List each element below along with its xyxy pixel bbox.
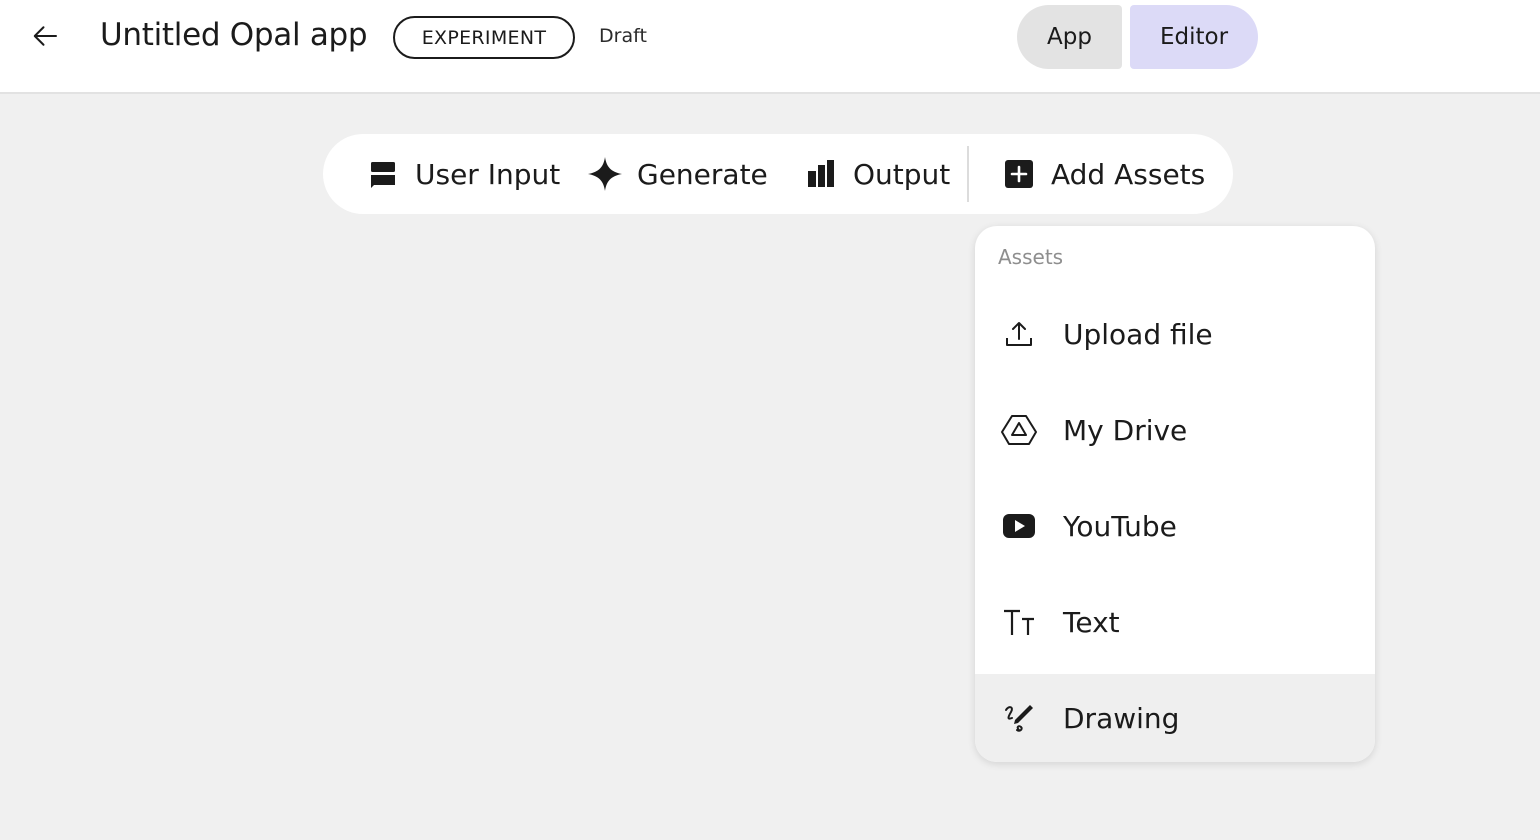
node-toolbar: User Input Generate Output Add Assets [323, 134, 1233, 214]
generate-button[interactable]: Generate [585, 134, 768, 214]
text-label: Text [1063, 605, 1120, 639]
add-box-icon [999, 154, 1039, 194]
youtube-icon [999, 506, 1039, 546]
back-button[interactable] [26, 16, 66, 56]
menu-item-text[interactable]: Text [975, 578, 1375, 666]
user-input-button[interactable]: User Input [363, 134, 560, 214]
top-bar: Untitled Opal app EXPERIMENT Draft App E… [0, 0, 1540, 94]
youtube-label: YouTube [1063, 509, 1177, 543]
menu-item-upload-file[interactable]: Upload file [975, 290, 1375, 378]
toolbar-divider [967, 146, 969, 202]
output-label: Output [853, 157, 951, 191]
user-input-icon [363, 154, 403, 194]
menu-item-youtube[interactable]: YouTube [975, 482, 1375, 570]
draft-status: Draft [599, 25, 647, 47]
editor-mode-button[interactable]: Editor [1130, 5, 1258, 69]
generate-label: Generate [637, 157, 768, 191]
app-mode-button[interactable]: App [1017, 5, 1122, 69]
assets-menu: Assets Upload file My Drive YouTube Text… [975, 226, 1375, 762]
assets-menu-heading: Assets [998, 245, 1064, 269]
output-button[interactable]: Output [801, 134, 950, 214]
drive-icon [999, 410, 1039, 450]
upload-icon [999, 314, 1039, 354]
drawing-icon [999, 698, 1039, 738]
output-icon [801, 154, 841, 194]
add-assets-button[interactable]: Add Assets [999, 134, 1205, 214]
drawing-label: Drawing [1063, 701, 1180, 735]
menu-item-drawing[interactable]: Drawing [975, 674, 1375, 762]
add-assets-label: Add Assets [1051, 157, 1206, 191]
upload-file-label: Upload file [1063, 317, 1213, 351]
text-icon [999, 602, 1039, 642]
my-drive-label: My Drive [1063, 413, 1188, 447]
experiment-badge: EXPERIMENT [393, 16, 575, 59]
arrow-back-icon [33, 26, 57, 46]
app-title[interactable]: Untitled Opal app [100, 17, 368, 53]
user-input-label: User Input [415, 157, 561, 191]
sparkle-icon [585, 154, 625, 194]
menu-item-my-drive[interactable]: My Drive [975, 386, 1375, 474]
